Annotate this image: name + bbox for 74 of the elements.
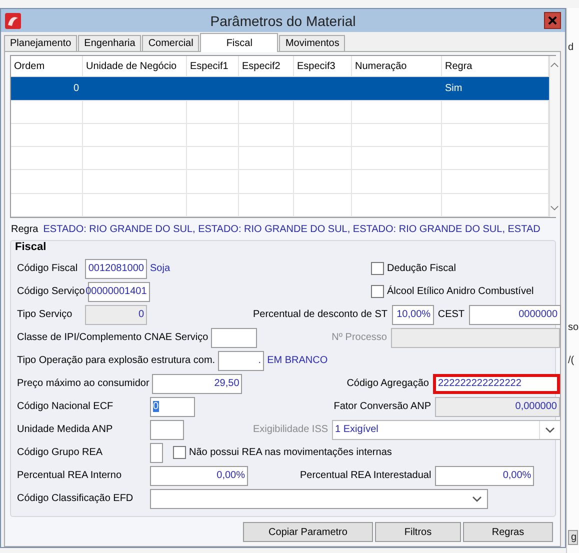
checkbox-label: Não possui REA nas movimentações internas bbox=[189, 447, 392, 458]
column-header[interactable]: Especif2 bbox=[239, 56, 294, 76]
field-label: Código Nacional ECF bbox=[17, 401, 114, 412]
field-label: Fator Conversão ANP bbox=[334, 401, 431, 412]
field-label: Unidade Medida ANP bbox=[17, 424, 113, 435]
input-field[interactable]: 0000000 bbox=[468, 304, 561, 324]
field-label: Exigibilidade ISS bbox=[253, 424, 328, 435]
field-note: EM BRANCO bbox=[267, 355, 328, 366]
tab[interactable]: Fiscal bbox=[200, 33, 278, 52]
close-button[interactable] bbox=[544, 12, 561, 29]
checkbox[interactable] bbox=[173, 446, 186, 459]
input-field[interactable]: 0012081000 bbox=[85, 258, 147, 278]
field-label: Nº Processo bbox=[332, 332, 387, 343]
field-label: Código Grupo REA bbox=[17, 447, 103, 458]
field-label: Percentual de desconto de ST bbox=[253, 309, 388, 320]
input-field[interactable] bbox=[211, 328, 258, 348]
input-field[interactable]: 29,50 bbox=[152, 374, 242, 394]
action-button[interactable]: Copiar Parametro bbox=[243, 522, 373, 542]
rule-label: Regra bbox=[11, 224, 38, 234]
tab[interactable]: Engenharia bbox=[78, 35, 142, 51]
column-header[interactable]: Especif3 bbox=[294, 56, 352, 76]
input-field[interactable] bbox=[150, 442, 163, 462]
background-text: d bbox=[568, 42, 574, 53]
scrollbar[interactable] bbox=[549, 56, 559, 217]
tab[interactable]: Comercial bbox=[142, 35, 200, 51]
field-note: Soja bbox=[150, 263, 170, 274]
input-field[interactable]: 10,00% bbox=[392, 304, 434, 324]
chevron-down-icon bbox=[545, 426, 556, 432]
field-label: Classe de IPI/Complemento CNAE Serviço bbox=[17, 332, 208, 343]
app-icon bbox=[5, 12, 21, 28]
background-text: g bbox=[568, 530, 578, 545]
input-field[interactable]: 222222222222222 bbox=[433, 374, 560, 394]
input-field[interactable]: 0,00% bbox=[435, 466, 534, 486]
field-label: Percentual REA Interestadual bbox=[300, 470, 432, 481]
field-label: Preço máximo ao consumidor bbox=[17, 378, 150, 389]
dropdown[interactable] bbox=[150, 488, 488, 508]
rule-value: ESTADO: RIO GRANDE DO SUL, ESTADO: RIO GRANDE DO SUL, ESTADO: RIO GRANDE DO SUL, ESTAD bbox=[43, 224, 540, 234]
checkbox-label: Álcool Etílico Anidro Combustível bbox=[387, 286, 534, 297]
selected-text: 0 bbox=[153, 401, 159, 412]
column-header[interactable]: Ordem bbox=[11, 56, 83, 76]
column-header[interactable]: Numeração bbox=[352, 56, 442, 76]
column-header[interactable]: Unidade de Negócio bbox=[83, 56, 187, 76]
input-field[interactable]: 00000001401 bbox=[88, 282, 150, 302]
field-label: CEST bbox=[438, 309, 465, 320]
checkbox[interactable] bbox=[371, 262, 384, 275]
section-title: Fiscal bbox=[15, 241, 46, 253]
background-text: so bbox=[568, 322, 579, 333]
input-field[interactable]: 0,00% bbox=[150, 466, 248, 486]
input-field[interactable]: 0 bbox=[150, 396, 195, 416]
field-label: Tipo Operação para explosão estrutura com. bbox=[17, 355, 216, 366]
input-field[interactable]: . bbox=[218, 350, 264, 370]
table-cell: 0 bbox=[73, 82, 79, 94]
close-icon bbox=[548, 16, 557, 25]
window-title: Parâmetros do Material bbox=[210, 12, 356, 28]
field-label: Código Agregação bbox=[346, 378, 429, 389]
field-label: Código Classificação EFD bbox=[17, 493, 134, 504]
input-field[interactable] bbox=[150, 420, 184, 440]
checkbox[interactable] bbox=[371, 285, 384, 298]
column-header[interactable]: Especif1 bbox=[187, 56, 239, 76]
background-text: /( bbox=[568, 355, 574, 366]
scroll-up-icon[interactable] bbox=[550, 62, 559, 68]
field-label: Percentual REA Interno bbox=[17, 470, 122, 481]
scroll-down-icon[interactable] bbox=[550, 205, 559, 211]
chevron-down-icon bbox=[472, 496, 482, 502]
field-label: Código Serviço bbox=[17, 286, 85, 297]
field-label: Código Fiscal bbox=[17, 263, 78, 274]
action-button[interactable]: Regras bbox=[463, 522, 553, 542]
action-button[interactable]: Filtros bbox=[375, 522, 461, 542]
table-row[interactable]: 0 Sim bbox=[11, 77, 549, 101]
tab[interactable]: Planejamento bbox=[4, 35, 78, 51]
table-cell: Sim bbox=[445, 82, 462, 94]
tab[interactable]: Movimentos bbox=[279, 35, 346, 51]
field-label: Tipo Serviço bbox=[17, 309, 72, 320]
checkbox-label: Dedução Fiscal bbox=[387, 263, 456, 274]
